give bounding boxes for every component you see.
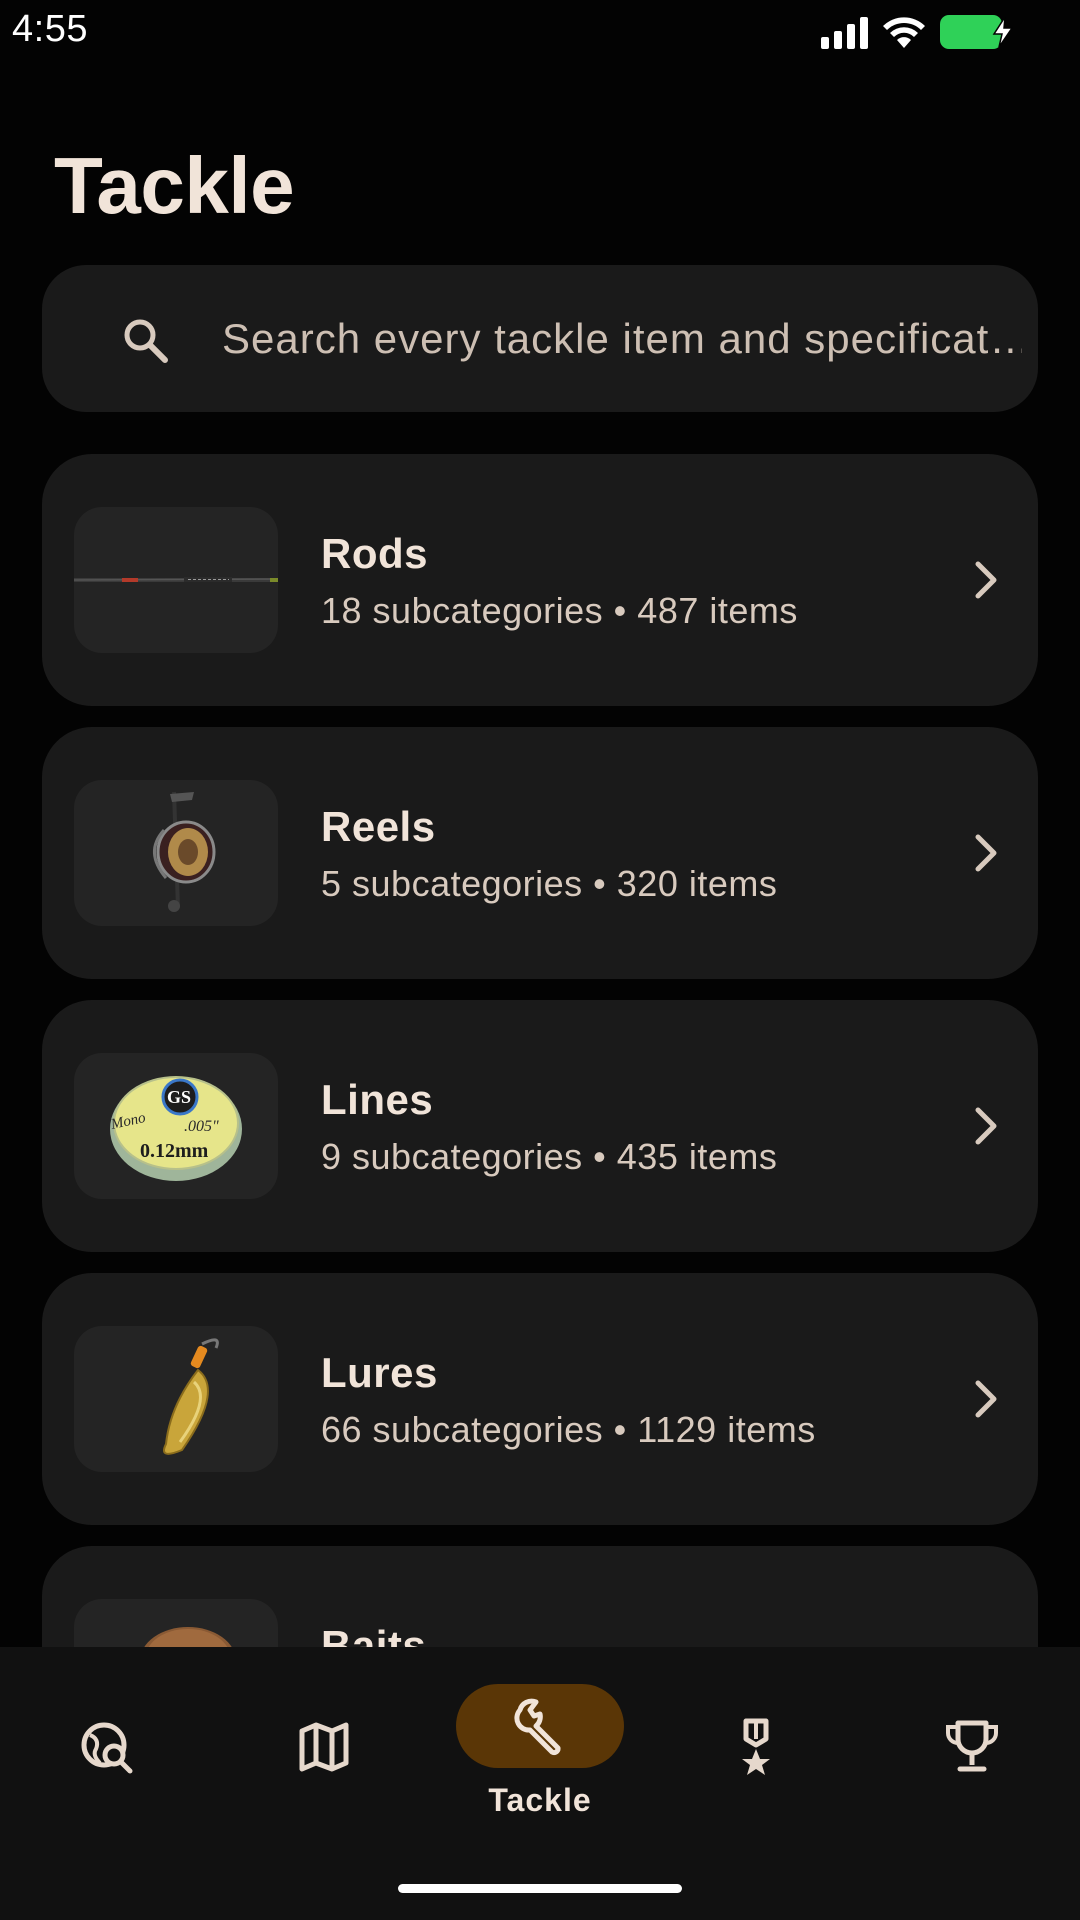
category-meta: 66 subcategories • 1129 items: [321, 1409, 816, 1450]
category-name: Lures: [321, 1349, 438, 1396]
page-title: Tackle: [54, 141, 295, 230]
category-meta: 5 subcategories • 320 items: [321, 863, 778, 904]
nav-trophies[interactable]: [892, 1687, 1052, 1827]
category-card-rods[interactable]: Rods 18 subcategories • 487 items: [42, 454, 1038, 706]
bottom-navigation: Tackle: [0, 1647, 1080, 1920]
category-meta: 18 subcategories • 487 items: [321, 590, 798, 631]
status-icons: [821, 12, 1014, 52]
explore-map-search-icon: [81, 1722, 133, 1774]
battery-charging-icon: [940, 15, 1014, 49]
search-bar[interactable]: [42, 265, 1038, 412]
chevron-right-icon: [975, 1107, 997, 1145]
home-indicator[interactable]: [398, 1884, 682, 1893]
nav-achievements[interactable]: [676, 1687, 836, 1827]
map-icon: [299, 1722, 349, 1772]
category-name: Rods: [321, 530, 428, 577]
signal-icon: [821, 15, 868, 49]
lines-thumbnail: GS Mono .005" 0.12mm: [74, 1053, 278, 1199]
fishing-rod-image: [74, 577, 278, 582]
spool-label-size: 0.12mm: [140, 1140, 209, 1162]
nav-label-tackle: Tackle: [488, 1782, 592, 1818]
wrench-icon: [514, 1698, 561, 1756]
chevron-right-icon: [975, 1380, 997, 1418]
spinning-reel-image: [153, 791, 216, 912]
search-input[interactable]: [222, 265, 1022, 412]
reels-thumbnail: [74, 780, 278, 926]
status-time: 4:55: [12, 8, 88, 50]
spoon-lure-image: [163, 1338, 219, 1455]
line-spool-image: GS Mono .005" 0.12mm: [109, 1076, 242, 1181]
trophy-icon: [946, 1720, 998, 1772]
spool-logo-text: GS: [167, 1087, 191, 1107]
category-name: Lines: [321, 1076, 434, 1123]
nav-explore[interactable]: [28, 1687, 188, 1827]
tackle-screen: 4:55 Tackle Search every tackle item and…: [0, 0, 1080, 1920]
spool-label-diameter: .005": [184, 1118, 219, 1135]
category-card-lines[interactable]: GS Mono .005" 0.12mm Lines 9 subcategori…: [42, 1000, 1038, 1252]
medal-icon: [742, 1718, 770, 1775]
chevron-right-icon: [975, 834, 997, 872]
search-icon: [124, 319, 168, 363]
category-name: Reels: [321, 803, 436, 850]
category-meta: 9 subcategories • 435 items: [321, 1136, 778, 1177]
lures-thumbnail: [74, 1326, 278, 1472]
chevron-right-icon: [975, 561, 997, 599]
wifi-icon: [883, 17, 925, 48]
category-card-reels[interactable]: Reels 5 subcategories • 320 items: [42, 727, 1038, 979]
status-bar: 4:55: [0, 0, 1080, 64]
category-card-lures[interactable]: Lures 66 subcategories • 1129 items: [42, 1273, 1038, 1525]
nav-map[interactable]: [244, 1687, 404, 1827]
rods-thumbnail: [74, 507, 278, 653]
